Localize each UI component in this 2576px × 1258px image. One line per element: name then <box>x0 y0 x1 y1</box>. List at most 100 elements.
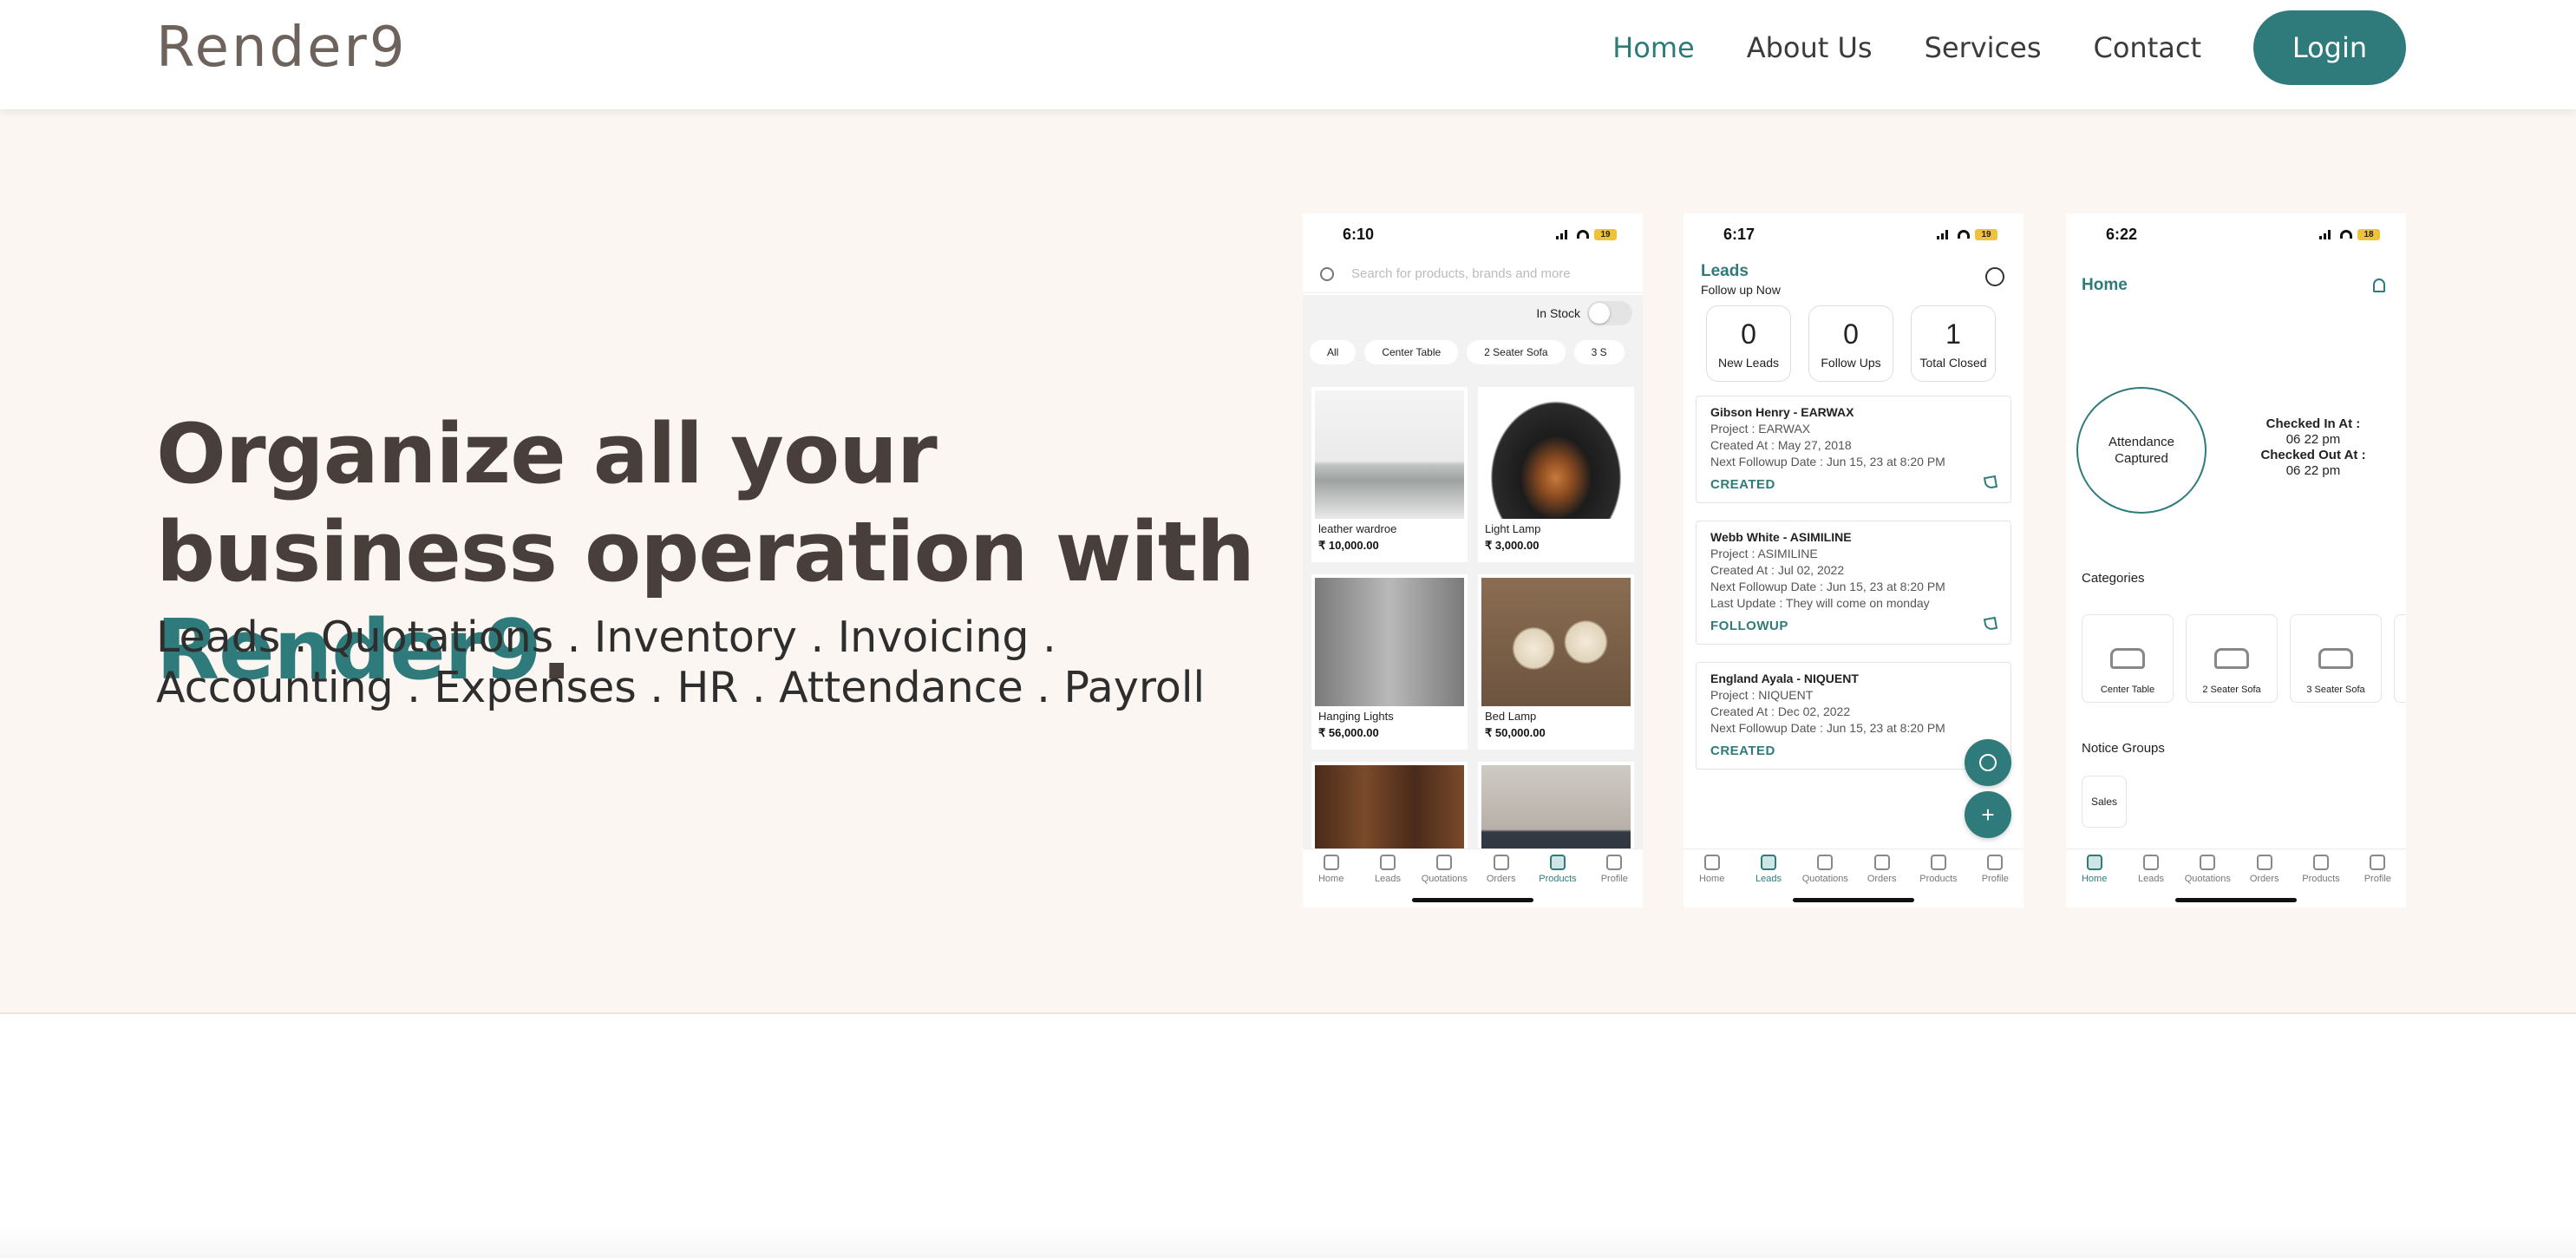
category-list: Center Table 2 Seater Sofa 3 Seater Sofa <box>2082 614 2406 703</box>
tab-home[interactable]: Home <box>2069 855 2121 907</box>
tab-products[interactable]: Products <box>2295 855 2347 907</box>
status-bar: 6:10 19 <box>1303 213 1643 255</box>
tab-leads[interactable]: Leads <box>1742 855 1795 907</box>
attendance-circle[interactable]: Attendance Captured <box>2076 387 2207 514</box>
tab-label: Profile <box>2364 874 2391 884</box>
leads-icon <box>1760 855 1776 870</box>
lead-card[interactable]: England Ayala - NIQUENT Project : NIQUEN… <box>1696 662 2011 770</box>
tab-leads[interactable]: Leads <box>1362 855 1414 907</box>
product-card[interactable]: Hanging Lights ₹ 56,000.00 <box>1311 574 1468 750</box>
tab-profile[interactable]: Profile <box>1588 855 1640 907</box>
status-icons: 19 <box>1937 228 1997 240</box>
in-stock-toggle[interactable] <box>1587 301 1632 325</box>
product-image <box>1315 390 1464 519</box>
nav-link-services[interactable]: Services <box>1925 31 2042 64</box>
leads-icon <box>2142 855 2159 870</box>
tab-label: Quotations <box>1801 874 1848 884</box>
in-stock-label: In Stock <box>1536 306 1580 320</box>
chip-center-table[interactable]: Center Table <box>1364 340 1459 364</box>
chip-3-seater-sofa[interactable]: 3 S <box>1573 340 1625 364</box>
lead-stats: 0 New Leads 0 Follow Ups 1 Total Closed <box>1684 304 2024 382</box>
stat-value: 0 <box>1843 318 1859 350</box>
tab-profile[interactable]: Profile <box>2351 855 2403 907</box>
phone-home-screenshot: 6:22 18 Home Attendance Captured Checked… <box>2066 213 2406 907</box>
nav-link-home[interactable]: Home <box>1612 31 1695 64</box>
tab-products[interactable]: Products <box>1912 855 1965 907</box>
chip-2-seater-sofa[interactable]: 2 Seater Sofa <box>1467 340 1566 364</box>
notice-group-chip[interactable]: Sales <box>2082 776 2127 828</box>
product-name: Hanging Lights <box>1318 710 1394 723</box>
tab-label: Orders <box>2249 874 2279 884</box>
lead-project: Project : EARWAX <box>1710 422 1811 436</box>
sofa-icon <box>2214 648 2249 669</box>
lead-name: England Ayala - NIQUENT <box>1710 672 1859 685</box>
product-card[interactable]: Bed Lamp ₹ 50,000.00 <box>1478 574 1634 750</box>
product-card[interactable]: Light Lamp ₹ 3,000.00 <box>1478 387 1634 562</box>
attendance-status: Attendance Captured <box>2109 435 2174 466</box>
nav-link-about-us[interactable]: About Us <box>1747 31 1873 64</box>
sofa-icon <box>2110 648 2145 669</box>
lead-status: CREATED <box>1710 744 1775 758</box>
product-grid: leather wardroe ₹ 10,000.00 Light Lamp ₹… <box>1311 387 1634 907</box>
signal-icon <box>1937 229 1952 239</box>
category-card[interactable]: 3 Seater Sofa <box>2290 614 2382 703</box>
tab-leads[interactable]: Leads <box>2125 855 2177 907</box>
chip-all[interactable]: All <box>1310 340 1357 364</box>
product-name: Light Lamp <box>1485 522 1541 535</box>
stat-label: New Leads <box>1717 355 1780 370</box>
home-indicator <box>1793 898 1914 902</box>
search-icon[interactable] <box>1985 267 2004 286</box>
attendance-times: Checked In At : 06 22 pm Checked Out At … <box>2239 416 2387 479</box>
categories-heading: Categories <box>2082 571 2145 586</box>
sofa-icon <box>2318 648 2353 669</box>
home-indicator <box>2175 898 2297 902</box>
lead-card[interactable]: Webb White - ASIMILINE Project : ASIMILI… <box>1696 521 2011 645</box>
product-search-bar[interactable]: Search for products, brands and more <box>1303 255 1643 293</box>
category-card[interactable]: 2 Seater Sofa <box>2186 614 2278 703</box>
tab-profile[interactable]: Profile <box>1969 855 2021 907</box>
brand-logo[interactable]: Render9 <box>156 16 408 80</box>
user-icon <box>1606 855 1623 870</box>
tab-products[interactable]: Products <box>1532 855 1584 907</box>
checked-in-time: 06 22 pm <box>2285 432 2341 447</box>
report-fab[interactable] <box>1965 739 2011 786</box>
category-card[interactable]: Center Table <box>2082 614 2174 703</box>
tab-label: Home <box>1698 874 1725 884</box>
bell-icon[interactable] <box>2373 278 2385 292</box>
lead-card[interactable]: Gibson Henry - EARWAX Project : EARWAX C… <box>1696 396 2011 503</box>
user-icon <box>2370 855 2386 870</box>
tab-label: Products <box>2302 874 2340 884</box>
box-icon <box>1930 855 1946 870</box>
product-price: ₹ 10,000.00 <box>1318 539 1379 552</box>
status-bar: 6:17 19 <box>1684 213 2024 255</box>
category-chips: All Center Table 2 Seater Sofa 3 S <box>1303 331 1643 373</box>
product-card[interactable]: leather wardroe ₹ 10,000.00 <box>1311 387 1468 562</box>
tab-home[interactable]: Home <box>1686 855 1738 907</box>
login-button[interactable]: Login <box>2253 10 2406 85</box>
product-image <box>1315 578 1464 706</box>
nav-link-contact[interactable]: Contact <box>2094 31 2202 64</box>
lead-created: Created At : Dec 02, 2022 <box>1710 704 1851 718</box>
home-title: Home <box>2082 276 2128 294</box>
stat-total-closed[interactable]: 1 Total Closed <box>1911 305 1996 382</box>
wifi-icon <box>2340 230 2352 239</box>
lead-last-update: Last Update : They will come on monday <box>1710 596 1930 610</box>
tab-label: Home <box>1317 874 1344 884</box>
add-lead-fab[interactable]: + <box>1965 791 2011 838</box>
status-time: 6:17 <box>1723 225 1755 243</box>
tab-home[interactable]: Home <box>1305 855 1357 907</box>
lead-next-followup: Next Followup Date : Jun 15, 23 at 8:20 … <box>1710 580 1945 593</box>
tab-label: Quotations <box>2184 874 2231 884</box>
top-navbar: Render9 Home About Us Services Contact L… <box>0 0 2576 109</box>
stat-follow-ups[interactable]: 0 Follow Ups <box>1808 305 1893 382</box>
stat-new-leads[interactable]: 0 New Leads <box>1706 305 1791 382</box>
battery-icon: 19 <box>1594 228 1617 240</box>
leads-subtitle: Follow up Now <box>1701 283 1781 297</box>
status-icons: 18 <box>2319 228 2380 240</box>
search-placeholder: Search for products, brands and more <box>1351 266 1571 281</box>
battery-icon: 18 <box>2357 228 2380 240</box>
lead-status: CREATED <box>1710 477 1775 492</box>
leads-icon <box>1379 855 1396 870</box>
quotations-icon <box>2200 855 2216 870</box>
category-card[interactable] <box>2394 614 2406 703</box>
